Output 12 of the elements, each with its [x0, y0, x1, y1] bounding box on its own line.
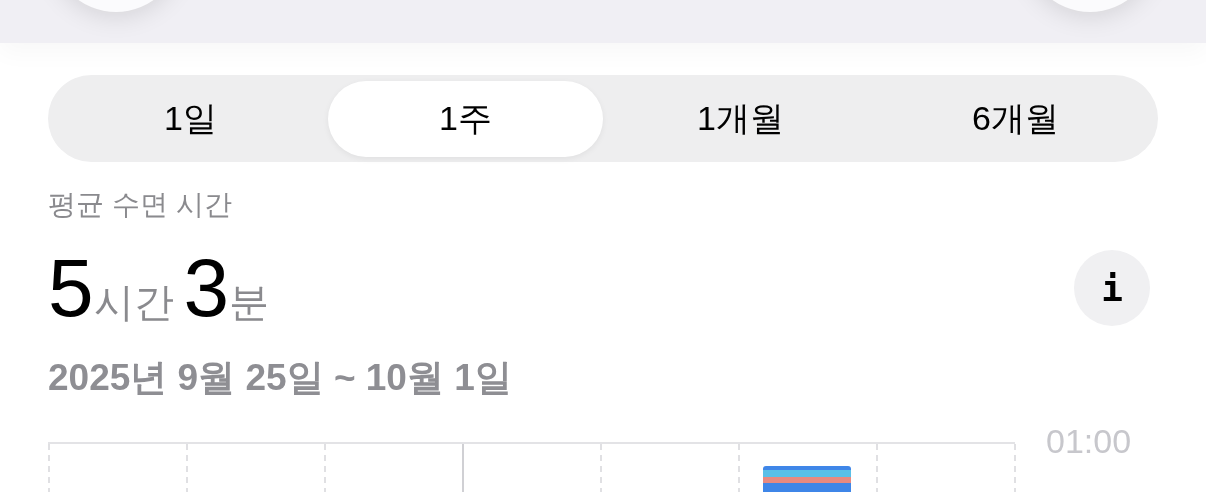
axis-label: 01:00: [1046, 422, 1132, 461]
period-tab[interactable]: 1개월: [603, 80, 878, 157]
summary-title: 평균 수면 시간: [48, 188, 233, 222]
hours-unit: 시간: [93, 279, 174, 326]
minutes-unit: 분: [229, 279, 270, 326]
hours-value: 5: [48, 243, 94, 333]
minutes-value: 3: [183, 243, 230, 333]
info-button[interactable]: i: [1074, 250, 1150, 326]
period-tab[interactable]: 1주: [328, 80, 603, 157]
date-range: 2025년 9월 25일 ~ 10월 1일: [48, 356, 513, 400]
period-tab[interactable]: 6개월: [878, 80, 1153, 157]
period-tab[interactable]: 1일: [53, 80, 328, 157]
